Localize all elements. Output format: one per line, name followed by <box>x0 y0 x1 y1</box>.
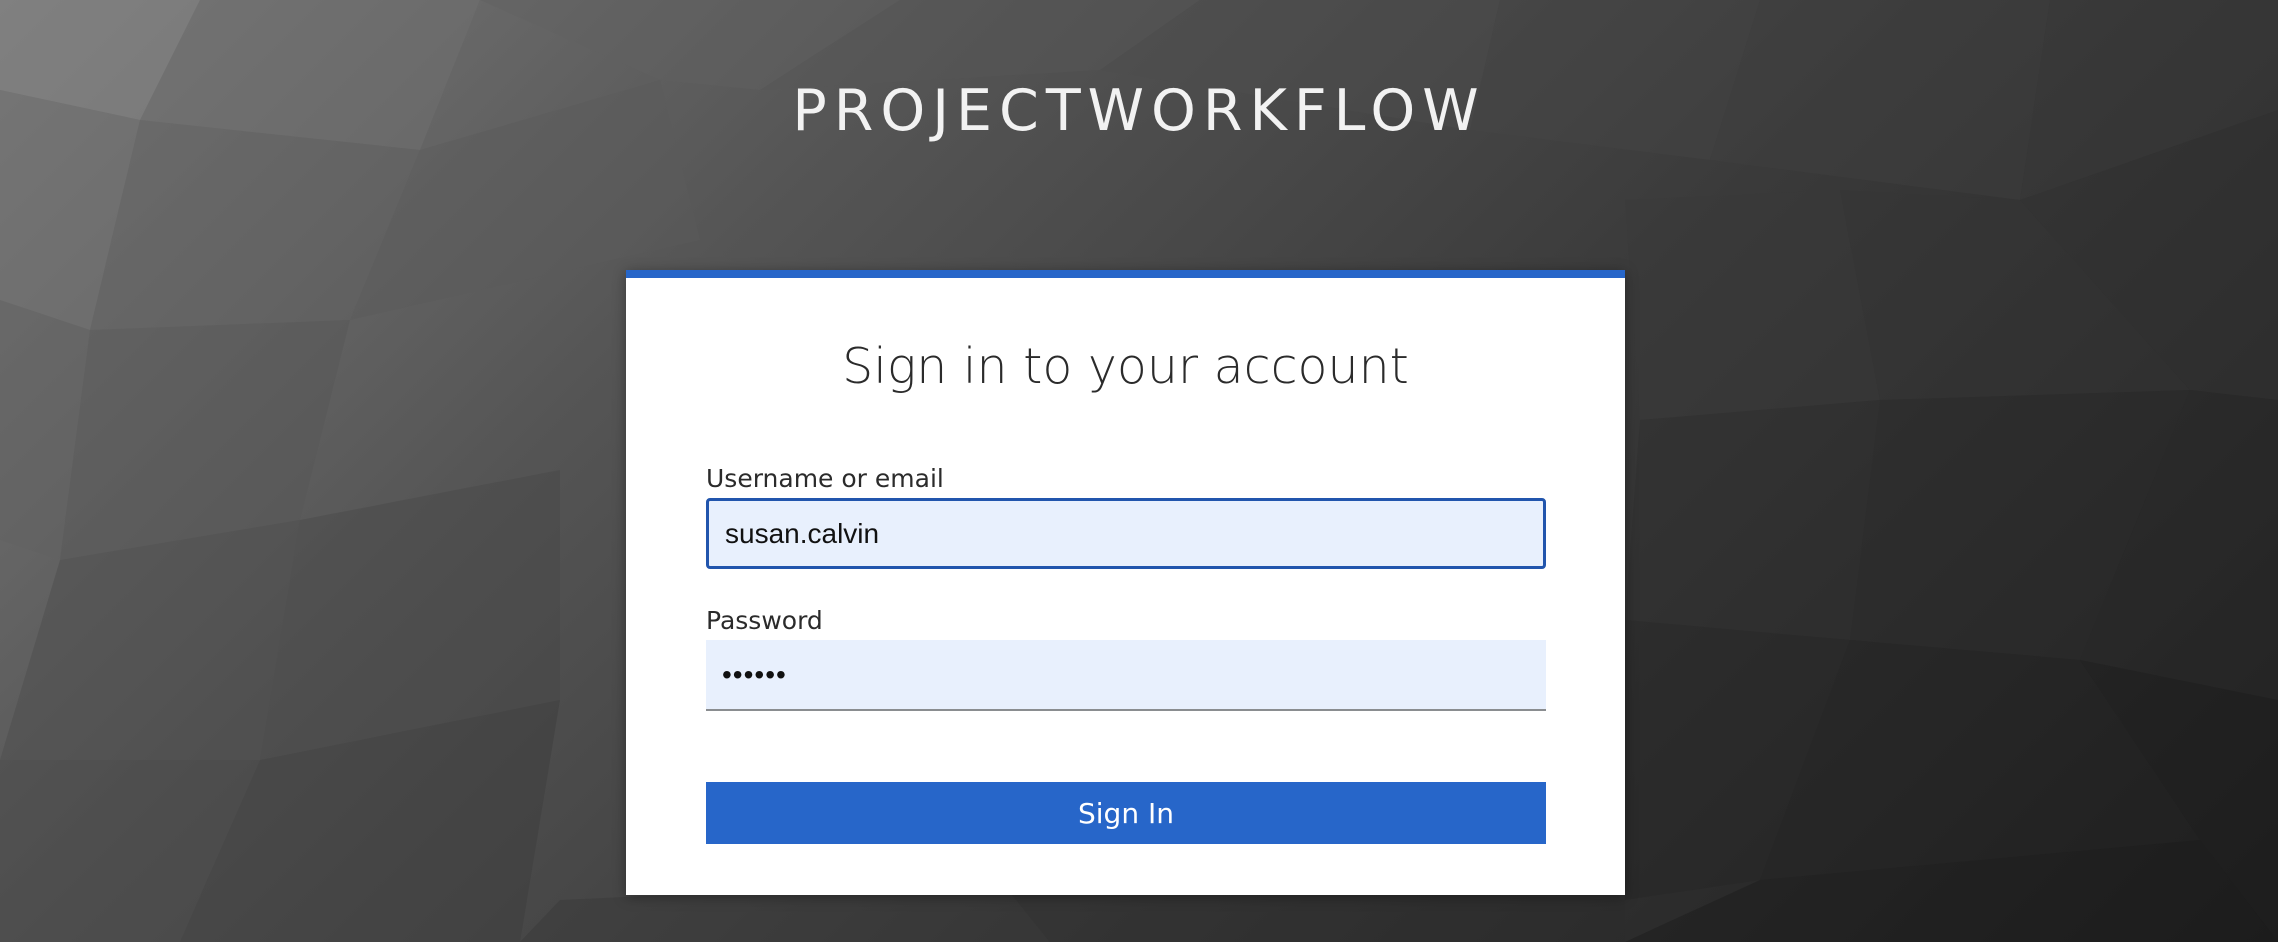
username-field[interactable]: susan.calvin <box>706 498 1546 569</box>
username-label: Username or email <box>706 464 944 493</box>
brand-logo-text: PROJECTWORKFLOW <box>792 78 1486 144</box>
sign-in-button[interactable]: Sign In <box>706 782 1546 844</box>
login-card: Sign in to your account Username or emai… <box>626 270 1625 895</box>
password-label: Password <box>706 606 823 635</box>
password-value: •••••• <box>722 658 787 690</box>
password-field[interactable]: •••••• <box>706 640 1546 711</box>
login-title: Sign in to your account <box>842 338 1409 395</box>
username-value: susan.calvin <box>725 517 880 549</box>
